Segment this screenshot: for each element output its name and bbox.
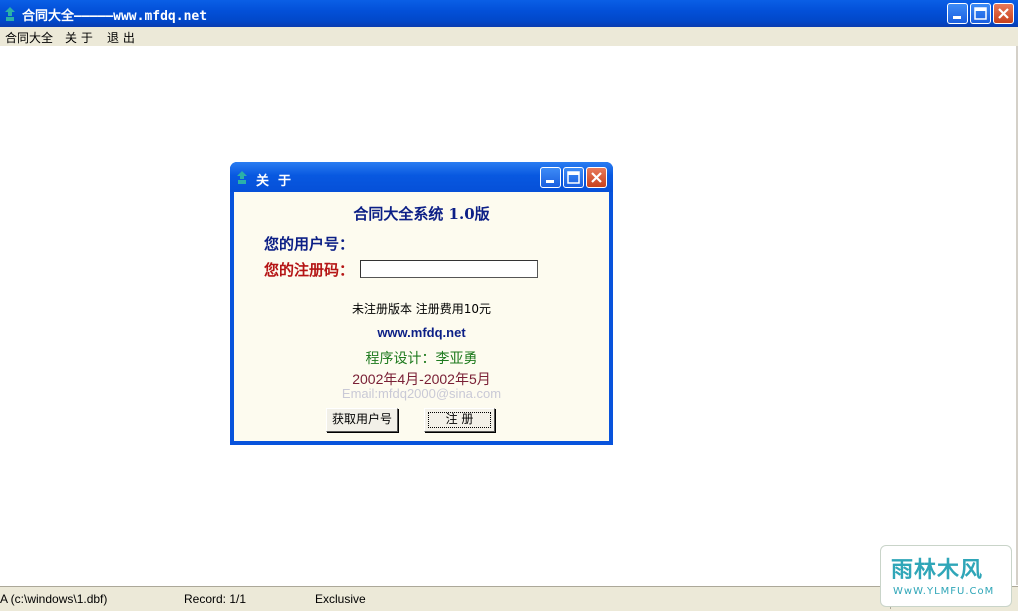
dialog-app-icon	[237, 171, 247, 184]
app-icon	[5, 7, 15, 21]
close-icon	[591, 172, 602, 183]
dialog-minimize-button[interactable]	[540, 167, 561, 188]
unregistered-notice: 未注册版本 注册费用10元	[351, 302, 492, 316]
reg-code-input[interactable]	[360, 260, 538, 278]
maximize-icon	[974, 7, 987, 20]
close-button[interactable]	[993, 3, 1014, 24]
dialog-title: 关 于	[256, 174, 292, 189]
watermark-main-text: 雨林木风	[891, 558, 984, 583]
menu-contracts[interactable]: 合同大全	[5, 29, 53, 46]
watermark-sub-text: WwW.YLMFU.CoM	[893, 586, 995, 597]
close-icon	[998, 8, 1009, 19]
designer-credit: 程序设计：李亚勇	[365, 351, 478, 367]
get-user-id-button[interactable]: 获取用户号	[326, 408, 398, 432]
status-table: A (c:\windows\1.dbf)	[0, 592, 108, 606]
status-record: Record: 1/1	[184, 592, 247, 606]
minimize-button[interactable]	[947, 3, 968, 24]
dialog-body: 合同大全系统 1.0版 您的用户号： 您的注册码： 未注册版本 注册费用10元 …	[234, 192, 609, 441]
minimize-icon	[953, 16, 961, 19]
status-bar: A (c:\windows\1.dbf) Record: 1/1 Exclusi…	[0, 586, 1018, 611]
watermark-logo: 雨林木风 WwW.YLMFU.CoM	[880, 545, 1012, 607]
product-heading: 合同大全系统 1.0版	[353, 205, 490, 223]
email-text: Email:mfdq2000@sina.com	[341, 386, 502, 401]
maximize-button[interactable]	[970, 3, 991, 24]
menu-bar: 合同大全 关 于 退 出	[0, 27, 1018, 46]
maximize-icon	[567, 171, 580, 184]
dialog-maximize-button[interactable]	[563, 167, 584, 188]
about-dialog: 关 于 合同大全系统 1.0版 您的用户号： 您的注册码： 未注册版本 注册费用…	[230, 162, 613, 445]
dialog-title-bar[interactable]: 关 于	[230, 162, 613, 192]
user-id-label: 您的用户号：	[264, 235, 355, 253]
reg-code-label: 您的注册码：	[264, 261, 355, 279]
minimize-icon	[546, 180, 554, 183]
website-text: www.mfdq.net	[377, 325, 466, 340]
window-title: 合同大全—————www.mfdq.net	[22, 9, 208, 24]
main-title-bar[interactable]: 合同大全—————www.mfdq.net	[0, 0, 1018, 27]
menu-about[interactable]: 关 于	[65, 29, 93, 46]
register-button[interactable]: 注 册	[424, 408, 495, 432]
status-mode: Exclusive	[315, 592, 366, 606]
dialog-close-button[interactable]	[586, 167, 607, 188]
menu-exit[interactable]: 退 出	[107, 29, 135, 46]
